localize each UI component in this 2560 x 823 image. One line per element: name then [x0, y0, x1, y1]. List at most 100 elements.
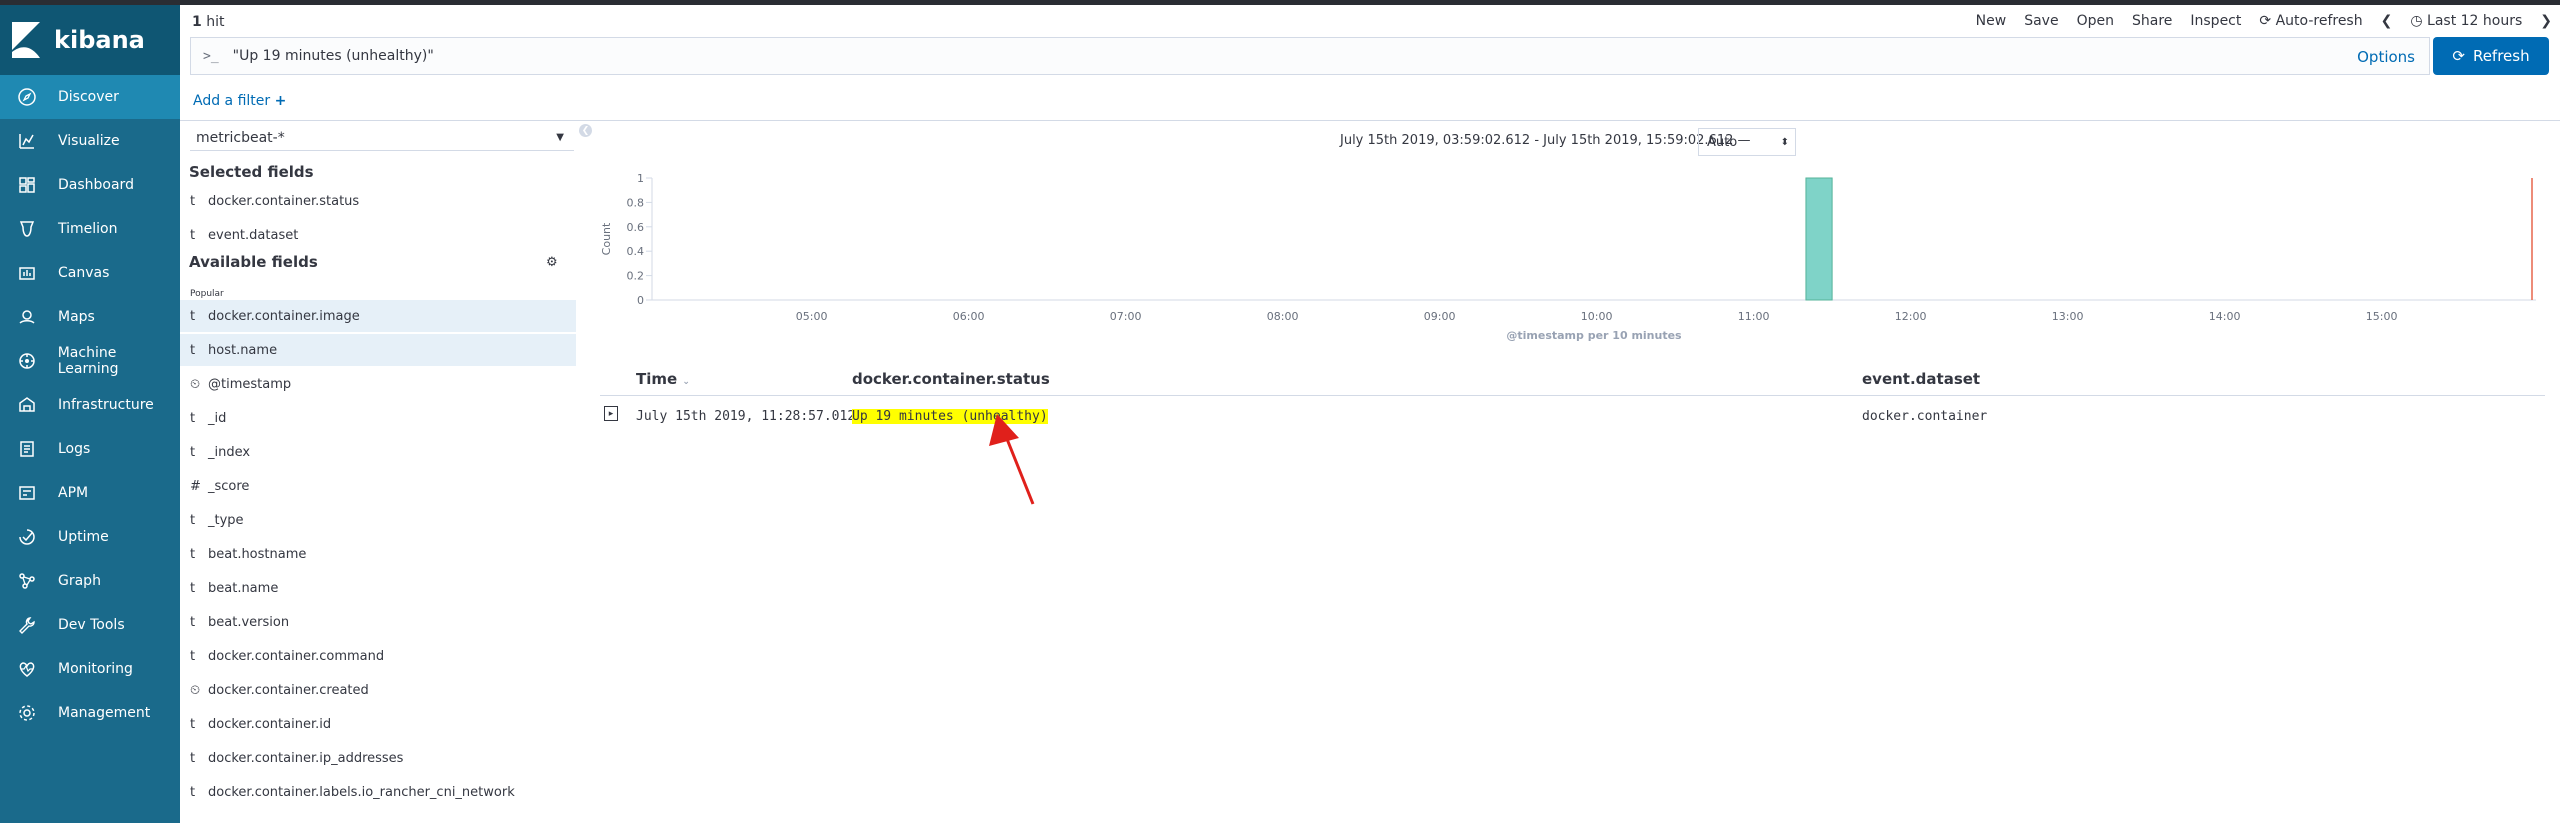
field-item[interactable]: # _score	[180, 470, 576, 502]
auto-refresh-button[interactable]: ⟳ Auto-refresh	[2259, 13, 2362, 29]
time-forward-button[interactable]: ❯	[2540, 13, 2552, 29]
new-button[interactable]: New	[1976, 13, 2007, 29]
timelion-icon	[16, 218, 38, 240]
field-item[interactable]: t docker.container.id	[180, 708, 576, 740]
heartbeat-icon	[16, 658, 38, 680]
field-item[interactable]: t beat.version	[180, 606, 576, 638]
query-options-link[interactable]: Options	[2357, 48, 2415, 66]
field-settings-gear-icon[interactable]: ⚙	[546, 255, 558, 270]
share-button[interactable]: Share	[2132, 13, 2172, 29]
field-item[interactable]: t host.name	[180, 334, 576, 366]
field-item[interactable]: t beat.name	[180, 572, 576, 604]
field-name: event.dataset	[208, 227, 299, 243]
ml-icon	[16, 350, 38, 372]
sidebar-item-canvas[interactable]: Canvas	[0, 251, 180, 295]
field-item[interactable]: t docker.container.status	[180, 185, 576, 217]
time-back-button[interactable]: ❮	[2381, 13, 2393, 29]
row-dataset: docker.container	[1862, 409, 1988, 424]
index-pattern-select[interactable]: metricbeat-* ▼	[190, 125, 574, 151]
open-button[interactable]: Open	[2077, 13, 2114, 29]
x-tick-label: 11:00	[1738, 310, 1770, 323]
field-type-icon: t	[190, 410, 196, 426]
inspect-button[interactable]: Inspect	[2190, 13, 2241, 29]
clock-icon: ◷	[2410, 13, 2423, 29]
chart-icon	[16, 130, 38, 152]
field-name: @timestamp	[208, 376, 292, 392]
field-item[interactable]: t docker.container.ip_addresses	[180, 742, 576, 774]
save-button[interactable]: Save	[2024, 13, 2058, 29]
column-dataset-header[interactable]: event.dataset	[1862, 370, 1980, 388]
expand-row-icon[interactable]: ▸	[604, 406, 618, 421]
add-filter-link[interactable]: Add a filter +	[193, 93, 286, 109]
sidebar-item-label: Monitoring	[58, 661, 133, 677]
interval-select[interactable]: Auto ⬍	[1698, 128, 1796, 156]
sidebar-item-timelion[interactable]: Timelion	[0, 207, 180, 251]
field-item[interactable]: t docker.container.command	[180, 640, 576, 672]
sidebar-item-label: Dev Tools	[58, 617, 125, 633]
sidebar-item-dev-tools[interactable]: Dev Tools	[0, 603, 180, 647]
y-tick-label: 1	[637, 172, 644, 185]
field-item[interactable]: t event.dataset	[180, 219, 576, 251]
compass-icon	[16, 86, 38, 108]
field-name: _type	[208, 512, 244, 528]
row-time: July 15th 2019, 11:28:57.012	[636, 409, 856, 424]
uptime-icon	[16, 526, 38, 548]
query-input[interactable]: >_ "Up 19 minutes (unhealthy)" Options	[190, 37, 2430, 75]
field-item[interactable]: ⏲ @timestamp	[180, 368, 576, 400]
field-type-icon: t	[190, 750, 196, 766]
time-range-label: July 15th 2019, 03:59:02.612 - July 15th…	[1340, 133, 1751, 148]
table-header-divider	[600, 395, 2545, 396]
field-item[interactable]: t _type	[180, 504, 576, 536]
column-time-header[interactable]: Time ⌄	[636, 370, 690, 388]
sidebar-item-logs[interactable]: Logs	[0, 427, 180, 471]
sidebar-item-visualize[interactable]: Visualize	[0, 119, 180, 163]
sidebar-item-apm[interactable]: APM	[0, 471, 180, 515]
field-item[interactable]: t _index	[180, 436, 576, 468]
sidebar-item-graph[interactable]: Graph	[0, 559, 180, 603]
sidebar-item-label: Dashboard	[58, 177, 134, 193]
sidebar-item-uptime[interactable]: Uptime	[0, 515, 180, 559]
field-type-icon: t	[190, 648, 196, 664]
sidebar-item-dashboard[interactable]: Dashboard	[0, 163, 180, 207]
sidebar-item-monitoring[interactable]: Monitoring	[0, 647, 180, 691]
sidebar: kibana Discover Visualize Dashboard Timelio…	[0, 5, 180, 823]
sidebar-item-management[interactable]: Management	[0, 691, 180, 735]
sidebar-item-label: Canvas	[58, 265, 110, 281]
refresh-button[interactable]: ⟳ Refresh	[2433, 37, 2549, 75]
column-status-header[interactable]: docker.container.status	[852, 370, 1050, 388]
field-name: beat.hostname	[208, 546, 307, 562]
apm-icon	[16, 482, 38, 504]
top-menu: New Save Open Share Inspect ⟳ Auto-refre…	[1976, 13, 2552, 29]
sidebar-item-machine-learning[interactable]: Machine Learning	[0, 339, 180, 383]
sidebar-item-discover[interactable]: Discover	[0, 75, 180, 119]
column-time-label: Time	[636, 370, 678, 388]
y-tick-label: 0.4	[627, 245, 645, 258]
field-name: _score	[208, 478, 250, 494]
sidebar-item-infrastructure[interactable]: Infrastructure	[0, 383, 180, 427]
field-name: beat.version	[208, 614, 290, 630]
kibana-logo[interactable]: kibana	[0, 5, 180, 75]
histogram-chart[interactable]: Count 1 0.8 0.6 0.4 0.2 0 05:00 06:00 07:00 08:00 0…	[596, 168, 2546, 343]
field-item[interactable]: t docker.container.labels.io_rancher_cni_…	[180, 776, 576, 808]
field-name: _id	[208, 410, 227, 426]
query-prompt-icon: >_	[203, 48, 219, 64]
y-tick-label: 0.2	[627, 270, 645, 283]
field-name: docker.container.status	[208, 193, 360, 209]
collapse-sidebar-icon[interactable]: ❮	[579, 124, 592, 137]
time-picker-button[interactable]: ◷ Last 12 hours	[2410, 13, 2522, 29]
kibana-logo-icon	[12, 22, 40, 58]
field-type-icon: #	[190, 478, 201, 494]
field-name: beat.name	[208, 580, 279, 596]
field-item[interactable]: ⏲ docker.container.created	[180, 674, 576, 706]
logs-icon	[16, 438, 38, 460]
field-name: docker.container.labels.io_rancher_cni_n…	[208, 784, 515, 800]
infrastructure-icon	[16, 394, 38, 416]
sidebar-item-maps[interactable]: Maps	[0, 295, 180, 339]
available-fields-title: Available fields	[189, 253, 318, 271]
canvas-icon	[16, 262, 38, 284]
sidebar-item-label: Timelion	[58, 221, 118, 237]
dashboard-icon	[16, 174, 38, 196]
field-item[interactable]: t _id	[180, 402, 576, 434]
field-item[interactable]: t beat.hostname	[180, 538, 576, 570]
field-item[interactable]: t docker.container.image	[180, 300, 576, 332]
